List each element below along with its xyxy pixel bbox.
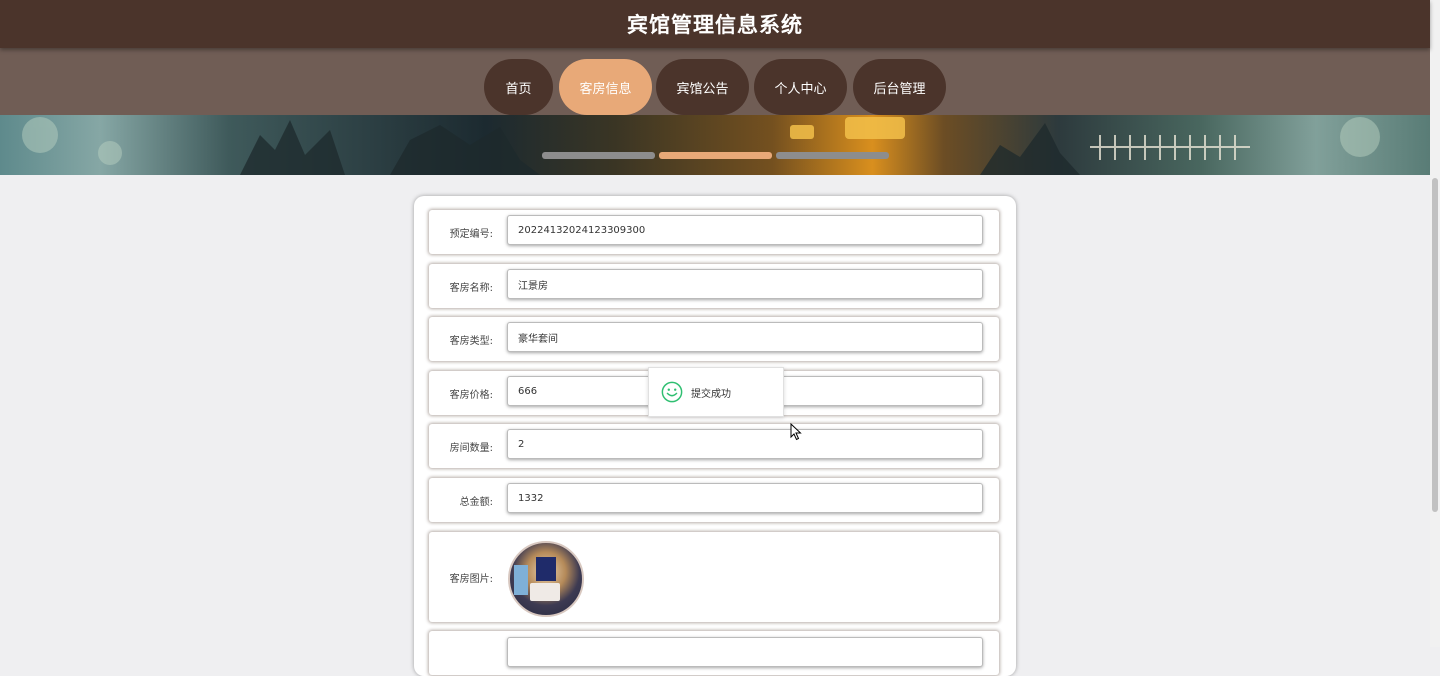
room-image-label: 客房图片:: [449, 573, 493, 585]
banner-carousel: [0, 115, 1430, 175]
room-count-field[interactable]: 2: [507, 429, 983, 459]
nav-item-admin[interactable]: 后台管理: [853, 59, 946, 115]
success-toast: 提交成功: [648, 367, 784, 417]
carousel-dot-3[interactable]: [776, 152, 889, 159]
room-type-label: 客房类型:: [449, 335, 493, 347]
carousel-dot-2[interactable]: [659, 152, 772, 159]
mouse-cursor-icon: [790, 423, 802, 441]
room-count-label: 房间数量:: [449, 442, 493, 454]
nav-item-hotel-notice[interactable]: 宾馆公告: [656, 59, 749, 115]
form-row-room-count: 房间数量: 2: [429, 424, 999, 468]
scrollbar-thumb[interactable]: [1432, 178, 1438, 512]
banner-image: [22, 117, 1380, 175]
booking-form: 预定编号: 20224132024123309300 客房名称: 江景房 客房类…: [414, 196, 1016, 676]
booking-number-label: 预定编号:: [449, 228, 493, 240]
form-row-room-type: 客房类型: 豪华套间: [429, 317, 999, 361]
form-row-next: [429, 631, 999, 675]
carousel-dot-1[interactable]: [542, 152, 655, 159]
booking-number-field[interactable]: 20224132024123309300: [507, 215, 983, 245]
room-type-field[interactable]: 豪华套间: [507, 322, 983, 352]
main-nav: 首页 客房信息 宾馆公告 个人中心 后台管理: [0, 48, 1430, 115]
app-title: 宾馆管理信息系统: [0, 0, 1430, 48]
nav-item-room-info[interactable]: 客房信息: [559, 59, 652, 115]
smile-icon: [661, 381, 683, 403]
room-image-thumbnail[interactable]: [508, 541, 584, 617]
form-row-room-image: 客房图片:: [429, 532, 999, 622]
nav-item-personal-center[interactable]: 个人中心: [754, 59, 847, 115]
room-name-label: 客房名称:: [449, 282, 493, 294]
toast-message: 提交成功: [691, 388, 731, 400]
form-row-total-amount: 总金额: 1332: [429, 478, 999, 522]
nav-item-home[interactable]: 首页: [484, 59, 553, 115]
total-amount-field[interactable]: 1332: [507, 483, 983, 513]
form-row-booking-number: 预定编号: 20224132024123309300: [429, 210, 999, 254]
page-scrollbar[interactable]: [1430, 0, 1440, 647]
room-price-label: 客房价格:: [449, 389, 493, 401]
total-amount-label: 总金额:: [459, 496, 493, 508]
room-name-field[interactable]: 江景房: [507, 269, 983, 299]
next-field[interactable]: [507, 637, 983, 667]
form-row-room-name: 客房名称: 江景房: [429, 264, 999, 308]
